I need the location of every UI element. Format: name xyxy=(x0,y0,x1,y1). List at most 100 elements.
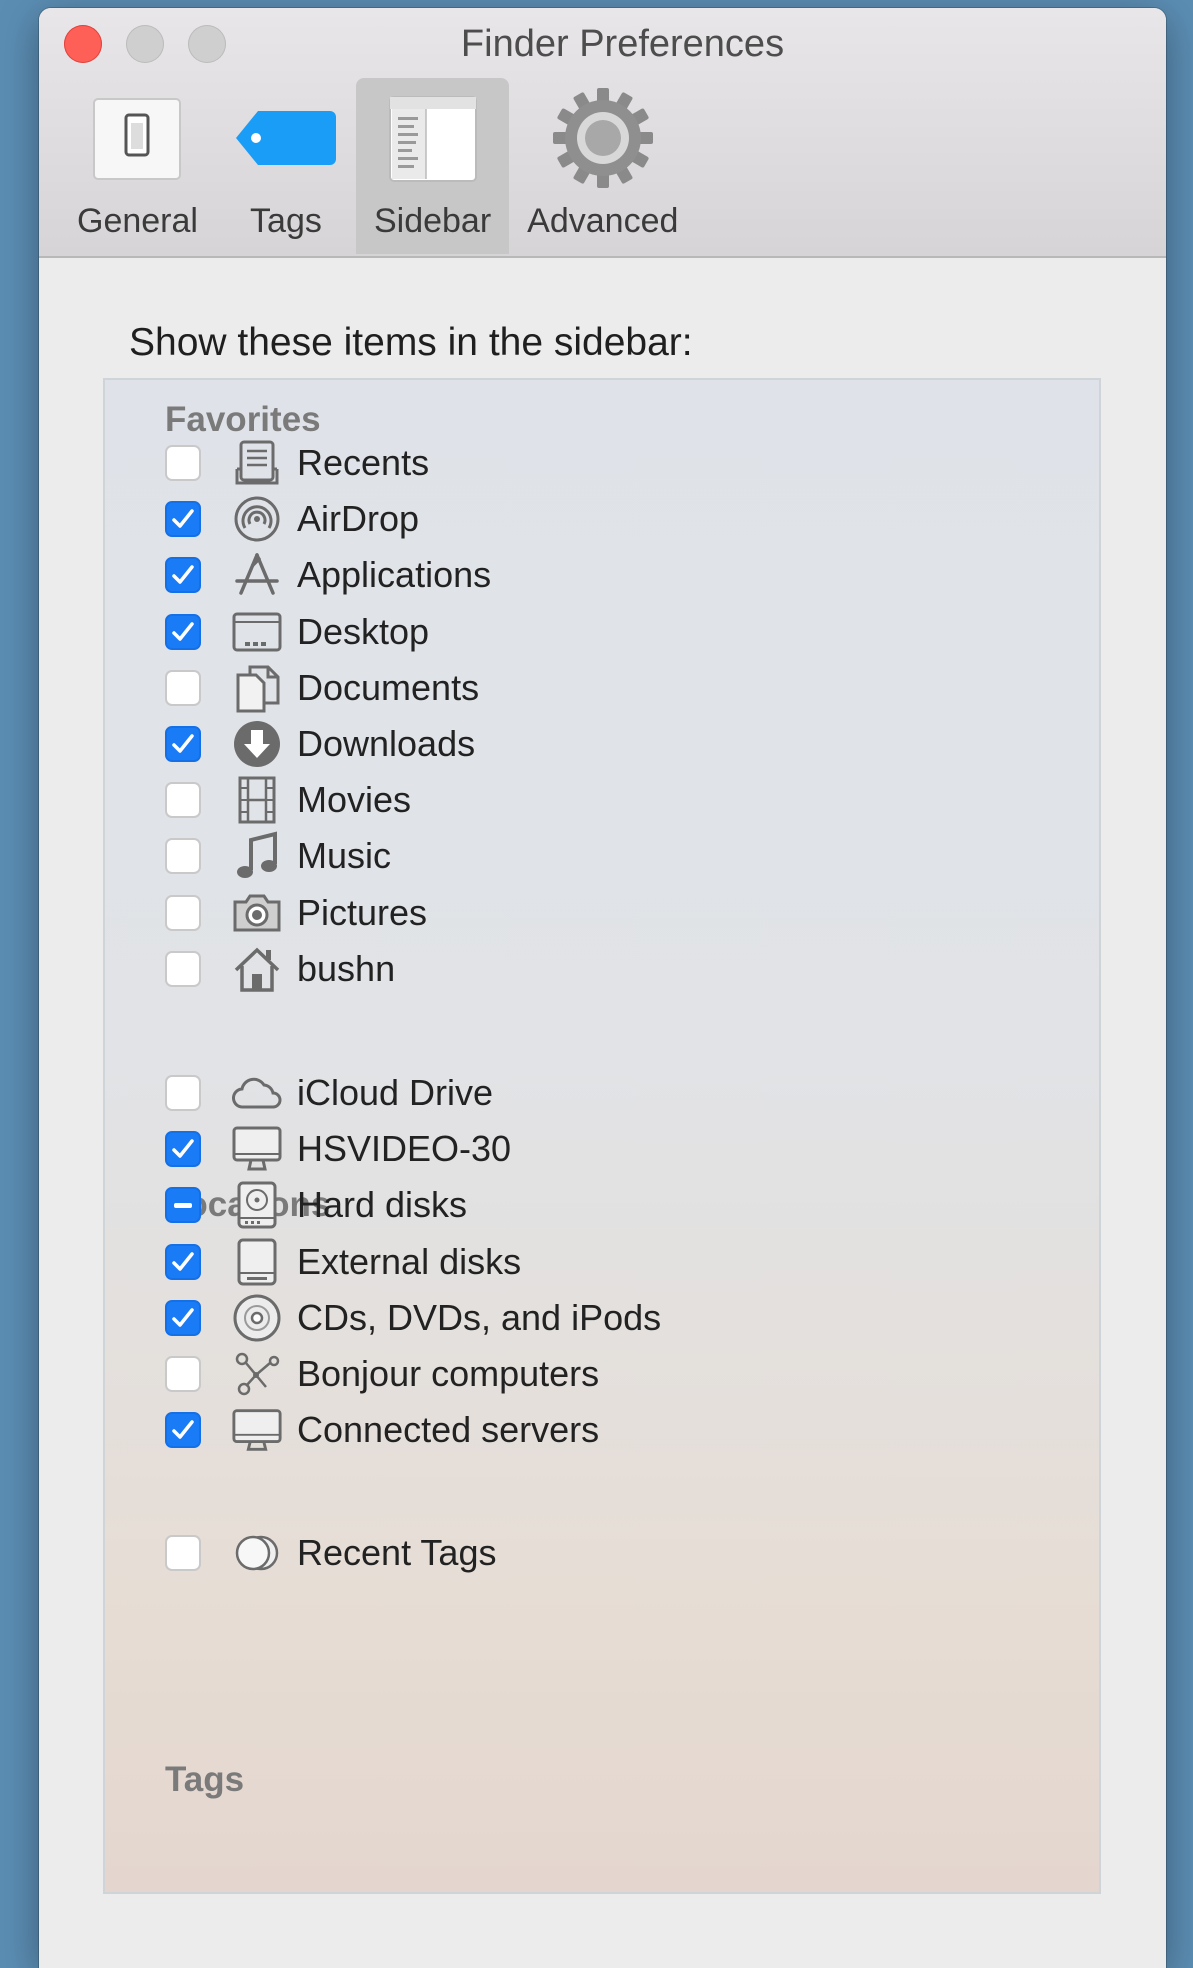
external-disk-icon xyxy=(231,1236,283,1288)
checkbox[interactable] xyxy=(165,838,201,875)
checkbox[interactable] xyxy=(165,501,201,538)
sidebar-option-hard-disks[interactable]: Hard disks xyxy=(165,1177,467,1233)
option-label: Hard disks xyxy=(297,1184,468,1226)
option-label: Documents xyxy=(297,666,480,708)
section-tags-title: Tags xyxy=(165,1760,245,1799)
sidebar-option-external-disks[interactable]: External disks xyxy=(165,1234,521,1290)
sidebar-option-downloads[interactable]: Downloads xyxy=(165,716,475,772)
checkbox[interactable] xyxy=(165,669,201,706)
option-label: CDs, DVDs, and iPods xyxy=(297,1296,662,1338)
sidebar-option-airdrop[interactable]: AirDrop xyxy=(165,491,419,547)
cloud-icon xyxy=(231,1067,283,1119)
mixed-state-icon xyxy=(174,1202,192,1208)
option-label: Downloads xyxy=(297,723,476,764)
sidebar-option-bushn[interactable]: bushn xyxy=(165,941,395,997)
checkbox[interactable] xyxy=(165,782,201,819)
sidebar-option-desktop[interactable]: Desktop xyxy=(165,604,429,660)
option-label: Pictures xyxy=(297,891,428,933)
option-label: Music xyxy=(297,835,392,877)
tab-advanced[interactable]: Advanced xyxy=(509,78,696,254)
bonjour-icon xyxy=(231,1348,283,1400)
preferences-toolbar: General Tags Sidebar Advanced xyxy=(59,78,696,254)
checkbox[interactable] xyxy=(165,557,201,594)
tab-sidebar[interactable]: Sidebar xyxy=(355,78,510,254)
title-bar: Finder Preferences General Tags Sidebar … xyxy=(39,8,1166,258)
checkmark-icon xyxy=(172,1251,194,1271)
option-label: Recents xyxy=(297,442,430,483)
sidebar-option-bonjour-computers[interactable]: Bonjour computers xyxy=(165,1346,599,1402)
sidebar-pane: Show these items in the sidebar: Favorit… xyxy=(39,258,1166,1968)
imac-icon xyxy=(231,1123,283,1175)
sidebar-option-movies[interactable]: Movies xyxy=(165,772,411,828)
disc-icon xyxy=(231,1292,283,1344)
finder-preferences-window: Finder Preferences General Tags Sidebar … xyxy=(39,8,1166,1968)
checkmark-icon xyxy=(172,1139,194,1158)
sidebar-option-hsvideo-30[interactable]: HSVIDEO-30 xyxy=(165,1121,511,1177)
tab-general-label: General xyxy=(77,202,198,240)
documents-icon xyxy=(231,662,283,714)
sidebar-icon xyxy=(388,84,478,192)
pane-heading: Show these items in the sidebar: xyxy=(129,321,693,364)
option-label: Desktop xyxy=(297,610,430,652)
checkmark-icon xyxy=(172,509,194,528)
checkmark-icon xyxy=(172,621,194,641)
tab-tags-label: Tags xyxy=(250,202,322,240)
airdrop-icon xyxy=(231,493,283,545)
option-label: bushn xyxy=(297,947,396,989)
option-label: External disks xyxy=(297,1240,522,1282)
checkmark-icon xyxy=(172,565,194,585)
option-label: Applications xyxy=(297,554,492,596)
checkbox[interactable] xyxy=(165,1243,201,1280)
tab-tags[interactable]: Tags xyxy=(216,78,356,254)
checkbox[interactable] xyxy=(165,950,201,987)
applications-icon xyxy=(231,549,283,601)
tag-icon xyxy=(234,84,338,192)
checkbox[interactable] xyxy=(165,894,201,931)
sidebar-option-recents[interactable]: Recents xyxy=(165,435,429,491)
sidebar-option-recent-tags[interactable]: Recent Tags xyxy=(165,1525,496,1581)
tab-advanced-label: Advanced xyxy=(527,202,679,240)
checkbox[interactable] xyxy=(165,1412,201,1449)
checkbox[interactable] xyxy=(165,1356,201,1392)
recent-tags-icon xyxy=(231,1527,283,1579)
gear-icon xyxy=(551,84,655,192)
sidebar-option-connected-servers[interactable]: Connected servers xyxy=(165,1402,599,1458)
option-label: Connected servers xyxy=(297,1409,600,1451)
music-icon xyxy=(231,830,283,882)
sidebar-option-cds-dvds-and-ipods[interactable]: CDs, DVDs, and iPods xyxy=(165,1290,661,1346)
checkbox[interactable] xyxy=(165,1535,201,1571)
desktop-icon xyxy=(231,606,283,658)
option-label: iCloud Drive xyxy=(297,1072,494,1113)
home-icon xyxy=(231,943,283,995)
tab-general[interactable]: General xyxy=(59,78,216,254)
downloads-icon xyxy=(231,718,283,770)
checkbox[interactable] xyxy=(165,1187,201,1224)
checkbox[interactable] xyxy=(165,1075,201,1111)
checkbox[interactable] xyxy=(165,445,201,481)
checkmark-icon xyxy=(172,734,194,753)
hard-disk-icon xyxy=(231,1179,283,1231)
checkbox[interactable] xyxy=(165,1299,201,1336)
checkmark-icon xyxy=(172,1308,194,1327)
option-label: Movies xyxy=(297,779,412,821)
option-label: Recent Tags xyxy=(297,1532,497,1573)
option-label: Bonjour computers xyxy=(297,1353,600,1394)
window-title: Finder Preferences xyxy=(460,23,785,65)
sidebar-option-pictures[interactable]: Pictures xyxy=(165,885,427,941)
sidebar-option-documents[interactable]: Documents xyxy=(165,660,479,716)
checkbox[interactable] xyxy=(165,613,201,650)
tab-sidebar-label: Sidebar xyxy=(373,202,492,240)
camera-icon xyxy=(231,887,283,939)
recents-icon xyxy=(231,437,283,489)
sidebar-option-music[interactable]: Music xyxy=(165,828,391,884)
sidebar-option-icloud-drive[interactable]: iCloud Drive xyxy=(165,1065,493,1121)
checkbox[interactable] xyxy=(165,1131,201,1168)
section-favorites-title: Favorites xyxy=(165,400,321,439)
sidebar-items-list: Favorites Locations Tags RecentsAirDropA… xyxy=(103,378,1101,1894)
sidebar-option-applications[interactable]: Applications xyxy=(165,547,491,603)
checkbox[interactable] xyxy=(165,726,201,762)
option-label: AirDrop xyxy=(297,498,420,540)
server-icon xyxy=(231,1404,283,1456)
movies-icon xyxy=(231,774,283,826)
option-label: HSVIDEO-30 xyxy=(297,1128,512,1170)
